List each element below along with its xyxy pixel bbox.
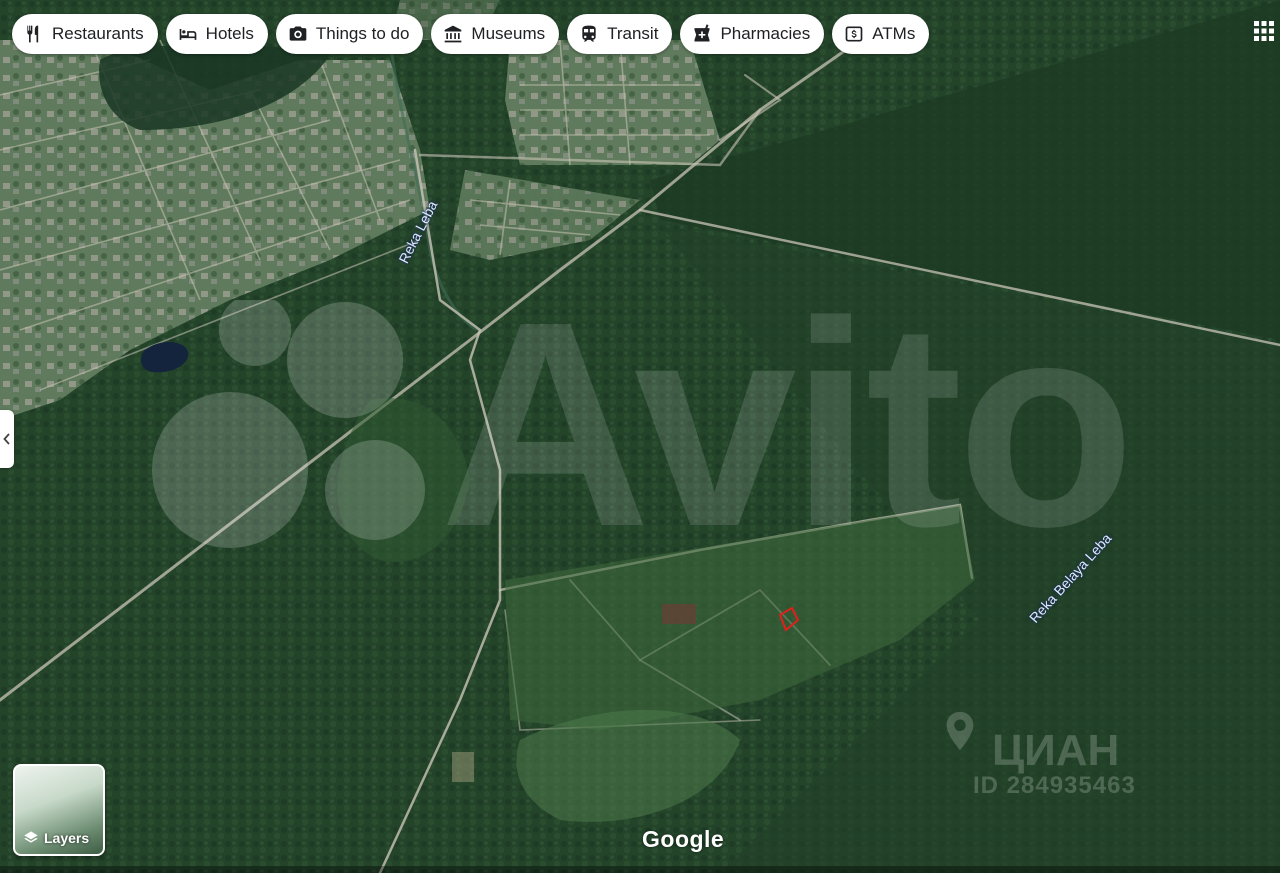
- chip-museums[interactable]: Museums: [431, 14, 560, 54]
- chip-restaurants[interactable]: Restaurants: [12, 14, 158, 54]
- museum-icon: [445, 25, 462, 43]
- village-north: [505, 40, 720, 165]
- chip-things-to-do[interactable]: Things to do: [275, 14, 424, 54]
- category-chips: Restaurants Hotels Things to do Museums …: [12, 14, 930, 54]
- chip-label: Transit: [607, 24, 659, 43]
- google-logo: Google: [642, 826, 725, 852]
- grid-icon[interactable]: [1253, 20, 1275, 42]
- chip-transit[interactable]: Transit: [567, 14, 673, 54]
- layers-label-group: Layers: [23, 830, 89, 846]
- sand-patch: [452, 752, 474, 782]
- layers-label: Layers: [44, 830, 90, 846]
- bare-plot: [662, 604, 696, 624]
- chip-label: Museums: [471, 24, 546, 43]
- fork-knife-icon: [27, 25, 39, 43]
- chip-pharmacies[interactable]: Pharmacies: [680, 14, 825, 54]
- chip-hotels[interactable]: Hotels: [165, 14, 268, 54]
- chip-label: Hotels: [205, 24, 254, 43]
- atm-icon: [845, 26, 863, 42]
- pharmacy-icon: [694, 24, 710, 42]
- camera-icon: [289, 26, 307, 41]
- attribution-bar: [0, 866, 1280, 873]
- chip-label: Restaurants: [52, 24, 144, 43]
- cian-listing-id: ID 284935463: [973, 772, 1136, 799]
- location-pin-icon: [946, 711, 974, 751]
- chip-label: Things to do: [315, 24, 410, 43]
- layers-button[interactable]: Layers: [13, 764, 105, 856]
- collapse-side-panel-button[interactable]: [0, 410, 14, 468]
- train-icon: [582, 25, 596, 42]
- layers-icon: [24, 831, 38, 843]
- chip-label: ATMs: [872, 24, 916, 43]
- avito-watermark: Avito: [440, 261, 1135, 587]
- chevron-left-icon: [3, 433, 10, 445]
- chip-atms[interactable]: ATMs: [832, 14, 930, 54]
- chip-label: Pharmacies: [720, 24, 811, 43]
- bed-icon: [179, 29, 197, 40]
- cian-logo-text: ЦИАН: [992, 726, 1120, 775]
